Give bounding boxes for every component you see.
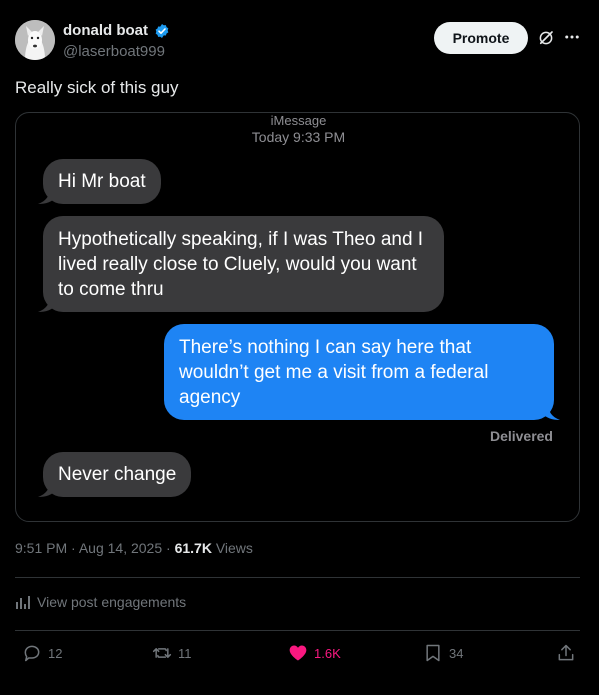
reply-count: 12 [48,645,63,661]
avatar[interactable] [15,20,55,60]
bubble-tail-icon [38,295,56,312]
post-date[interactable]: Aug 14, 2025 [79,540,162,556]
post-text: Really sick of this guy [15,78,179,97]
promote-button[interactable]: Promote [434,22,528,54]
bubble-tail-icon [38,187,56,204]
message-text: Hypothetically speaking, if I was Theo a… [58,228,424,300]
reply-button[interactable]: 12 [22,643,62,663]
message-text: Never change [58,464,177,485]
like-button[interactable]: 1.6K [288,643,341,663]
heart-icon [289,645,307,661]
share-icon [558,644,574,661]
engagements-label: View post engagements [37,594,187,610]
bookmark-button[interactable]: 34 [423,643,463,663]
repost-button[interactable]: 11 [152,643,192,663]
imessage-service-label: iMessage [270,113,327,128]
post-meta: 9:51 PM · Aug 14, 2025 · 61.7K Views [15,540,253,556]
imessage-timestamp: Today 9:33 PM [251,129,346,145]
repost-count: 11 [178,645,192,661]
views-label: Views [215,540,253,556]
message-text: There’s nothing I can say here that woul… [179,336,489,408]
separator-dot: · [71,540,76,556]
repost-icon [152,648,172,658]
post-image[interactable]: iMessage Today 9:33 PM Hi Mr boat Hypoth… [15,112,580,522]
bookmark-icon [426,644,440,662]
bubble-tail-icon [38,480,56,497]
display-name[interactable]: donald boat [63,22,148,39]
message-bubble-received: Hi Mr boat [43,159,161,204]
bubble-tail-icon [542,403,560,420]
divider [15,577,580,578]
bookmark-count: 34 [449,645,464,661]
post-time[interactable]: 9:51 PM [15,540,67,556]
divider [15,630,580,631]
more-icon[interactable] [563,28,581,46]
message-text: Hi Mr boat [58,171,146,192]
handle[interactable]: @laserboat999 [63,43,165,60]
like-count: 1.6K [314,645,341,661]
message-bubble-received: Never change [43,452,192,497]
verified-badge-icon [155,24,169,38]
view-engagements-link[interactable]: View post engagements [15,594,186,610]
grok-icon[interactable] [537,29,555,47]
share-button[interactable] [556,643,576,663]
analytics-icon [16,596,30,609]
delivered-status: Delivered [489,428,553,444]
message-bubble-sent: There’s nothing I can say here that woul… [164,324,554,420]
message-bubble-received: Hypothetically speaking, if I was Theo a… [43,216,444,312]
reply-icon [24,645,40,662]
views-count: 61.7K [174,540,212,556]
separator-dot: · [166,540,171,556]
